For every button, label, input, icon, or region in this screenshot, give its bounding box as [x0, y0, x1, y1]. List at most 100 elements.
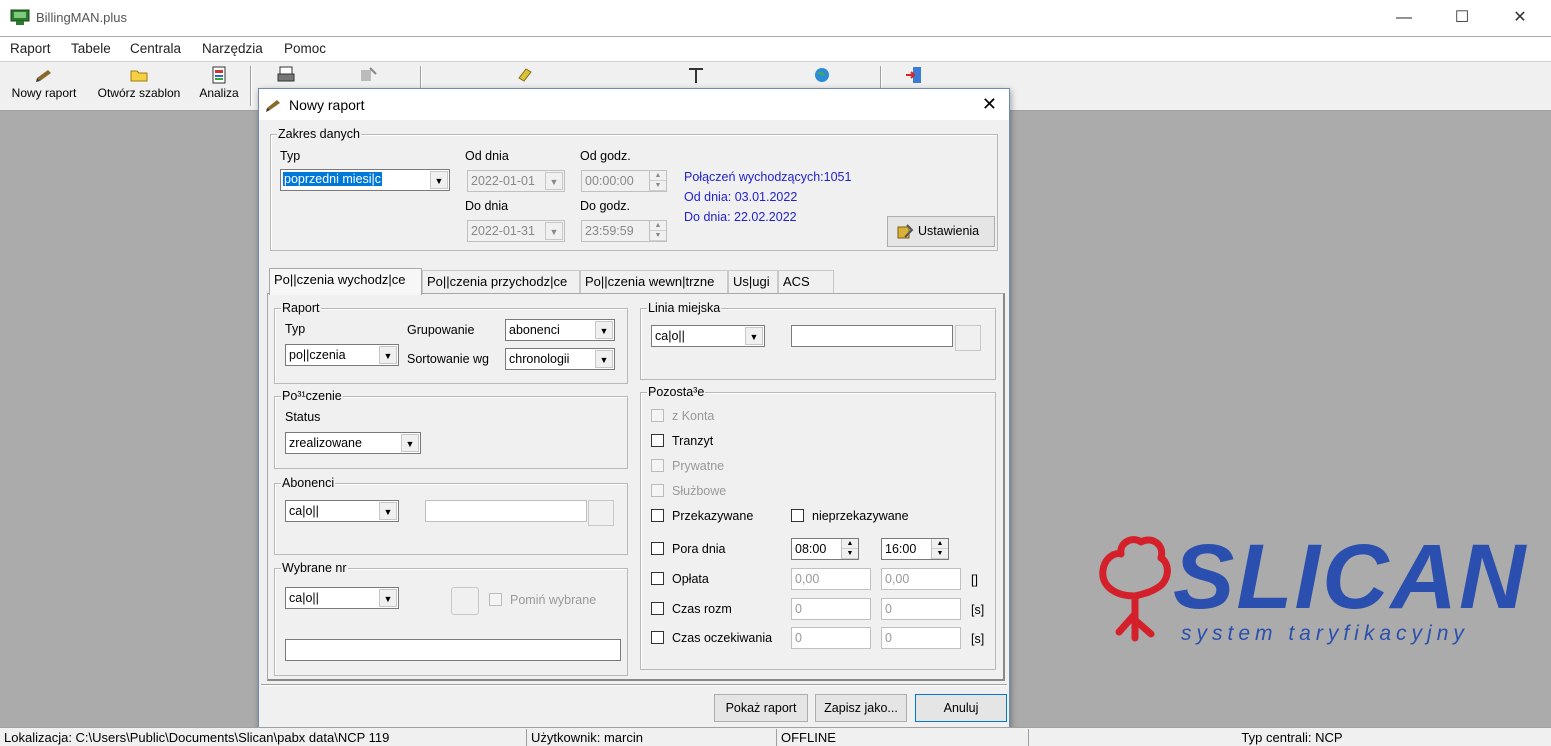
info-to-date: Do dnia: 22.02.2022: [684, 210, 797, 224]
subscribers-text[interactable]: [425, 500, 587, 522]
exit-door-icon[interactable]: [904, 66, 924, 84]
grouping-label: Grupowanie: [407, 323, 475, 337]
to-hour-spinner[interactable]: 23:59:59 ▲ ▼: [581, 220, 667, 242]
fee-checkbox[interactable]: Opłata: [651, 572, 709, 588]
logo-tagline: system taryfikacyjny: [1181, 622, 1469, 645]
duration-from-field[interactable]: 0: [791, 598, 871, 620]
cancel-button[interactable]: Anuluj: [915, 694, 1007, 722]
menu-centrala[interactable]: Centrala: [130, 41, 181, 56]
time-to-spinner[interactable]: 16:00 ▲ ▼: [881, 538, 949, 560]
not-forwarded-checkbox[interactable]: nieprzekazywane: [791, 509, 909, 525]
antenna-icon[interactable]: [686, 66, 706, 84]
range-type-select[interactable]: poprzedni miesi|c ▼: [280, 169, 450, 191]
chevron-down-icon: ▼: [595, 321, 613, 339]
wait-from-field[interactable]: 0: [791, 627, 871, 649]
tab-acs[interactable]: ACS: [778, 270, 834, 294]
selected-numbers-button[interactable]: [451, 587, 479, 615]
status-user: Użytkownik: marcin: [526, 729, 776, 746]
selected-numbers-group: Wybrane nr ca|o|| ▼ Pomiń wybrane: [274, 561, 628, 676]
minimize-button[interactable]: —: [1381, 4, 1427, 32]
to-day-picker[interactable]: 2022-01-31 ▼: [467, 220, 565, 242]
city-line-pick-button[interactable]: [955, 325, 981, 351]
data-range-group: Zakres danych Typ poprzedni miesi|c ▼ Od…: [270, 127, 998, 251]
report-legend: Raport: [281, 301, 321, 315]
from-day-picker[interactable]: 2022-01-01 ▼: [467, 170, 565, 192]
status-select[interactable]: zrealizowane ▼: [285, 432, 421, 454]
fee-from-field[interactable]: 0,00: [791, 568, 871, 590]
tab-services[interactable]: Us|ugi: [728, 270, 778, 294]
dialog-close-button[interactable]: ✕: [982, 94, 997, 115]
tab-outgoing[interactable]: Po||czenia wychodz|ce: [269, 268, 422, 295]
data-range-legend: Zakres danych: [277, 127, 361, 141]
wait-time-checkbox[interactable]: Czas oczekiwania: [651, 631, 772, 647]
menu-pomoc[interactable]: Pomoc: [284, 41, 326, 56]
fee-to-field[interactable]: 0,00: [881, 568, 961, 590]
printer-icon[interactable]: [276, 66, 296, 84]
tab-page-outgoing: Raport Typ po||czenia ▼ Grupowanie abone…: [267, 293, 1005, 681]
skip-selected-checkbox[interactable]: Pomiń wybrane: [489, 593, 596, 609]
forwarded-checkbox[interactable]: Przekazywane: [651, 509, 753, 525]
menu-raport[interactable]: Raport: [10, 41, 51, 56]
app-icon: [10, 9, 30, 25]
private-checkbox[interactable]: Prywatne: [651, 459, 724, 475]
other-group: Pozosta³e z Konta Tranzyt Prywatne Służb…: [640, 385, 996, 670]
selected-numbers-select[interactable]: ca|o|| ▼: [285, 587, 399, 609]
business-checkbox[interactable]: Służbowe: [651, 484, 726, 500]
subscribers-legend: Abonenci: [281, 476, 336, 490]
status-location: Lokalizacja: C:\Users\Public\Documents\S…: [4, 730, 390, 745]
subscribers-select[interactable]: ca|o|| ▼: [285, 500, 399, 522]
city-line-select[interactable]: ca|o|| ▼: [651, 325, 765, 347]
tab-internal[interactable]: Po||czenia wewn|trzne: [580, 270, 728, 294]
menu-narzedzia[interactable]: Narzędzia: [202, 41, 263, 56]
chevron-down-icon: ▼: [379, 589, 397, 607]
chevron-down-icon: ▼: [545, 172, 563, 190]
tab-incoming[interactable]: Po||czenia przychodz|ce: [422, 270, 580, 294]
save-as-button[interactable]: Zapisz jako...: [815, 694, 907, 722]
tools-icon[interactable]: [516, 66, 536, 84]
analysis-button[interactable]: Analiza: [194, 64, 244, 108]
report-type-label: Typ: [285, 322, 306, 336]
from-account-checkbox[interactable]: z Konta: [651, 409, 714, 425]
settings-button[interactable]: Ustawienia: [887, 216, 995, 247]
menu-bar: Raport Tabele Centrala Narzędzia Pomoc: [0, 37, 1551, 61]
from-hour-label: Od godz.: [580, 149, 631, 163]
duration-to-field[interactable]: 0: [881, 598, 961, 620]
transit-checkbox[interactable]: Tranzyt: [651, 434, 713, 450]
connection-group: Po³¹czenie Status zrealizowane ▼: [274, 389, 628, 469]
globe-icon[interactable]: [812, 66, 832, 84]
subscribers-pick-button[interactable]: [588, 500, 614, 526]
logo-word: SLICAN: [1173, 526, 1528, 628]
subscribers-group: Abonenci ca|o|| ▼: [274, 476, 628, 555]
selected-numbers-text[interactable]: [285, 639, 621, 661]
dialog-titlebar: Nowy raport ✕: [259, 89, 1009, 120]
time-from-spinner[interactable]: 08:00 ▲ ▼: [791, 538, 859, 560]
new-report-dialog: Nowy raport ✕ Zakres danych Typ poprzedn…: [258, 88, 1010, 730]
wait-to-field[interactable]: 0: [881, 627, 961, 649]
city-line-group: Linia miejska ca|o|| ▼: [640, 301, 996, 380]
time-of-day-checkbox[interactable]: Pora dnia: [651, 542, 726, 558]
report-type-select[interactable]: po||czenia ▼: [285, 344, 399, 366]
maximize-button[interactable]: ☐: [1439, 4, 1485, 32]
chevron-down-icon: ▼: [401, 434, 419, 452]
new-report-icon: [36, 70, 51, 82]
close-window-button[interactable]: ✕: [1497, 4, 1543, 32]
status-pbx-type: Typ centrali: NCP: [1028, 729, 1551, 746]
to-hour-label: Do godz.: [580, 199, 631, 213]
open-template-button[interactable]: Otwórz szablon: [91, 64, 187, 108]
grouping-select[interactable]: abonenci ▼: [505, 319, 615, 341]
info-from-date: Od dnia: 03.01.2022: [684, 190, 798, 204]
duration-checkbox[interactable]: Czas rozm: [651, 602, 732, 618]
from-day-label: Od dnia: [465, 149, 509, 163]
city-line-text[interactable]: [791, 325, 953, 347]
status-label: Status: [285, 410, 321, 424]
new-report-button[interactable]: Nowy raport: [6, 64, 82, 108]
sort-select[interactable]: chronologii ▼: [505, 348, 615, 370]
export-icon[interactable]: [358, 66, 378, 84]
chevron-down-icon: ▼: [430, 171, 448, 189]
menu-tabele[interactable]: Tabele: [71, 41, 111, 56]
from-hour-spinner[interactable]: 00:00:00 ▲ ▼: [581, 170, 667, 192]
slican-logo: SLICAN system taryfikacyjny: [1095, 526, 1535, 658]
show-report-button[interactable]: Pokaż raport: [714, 694, 808, 722]
toolbar-separator: [250, 66, 252, 106]
dialog-title: Nowy raport: [289, 97, 365, 113]
